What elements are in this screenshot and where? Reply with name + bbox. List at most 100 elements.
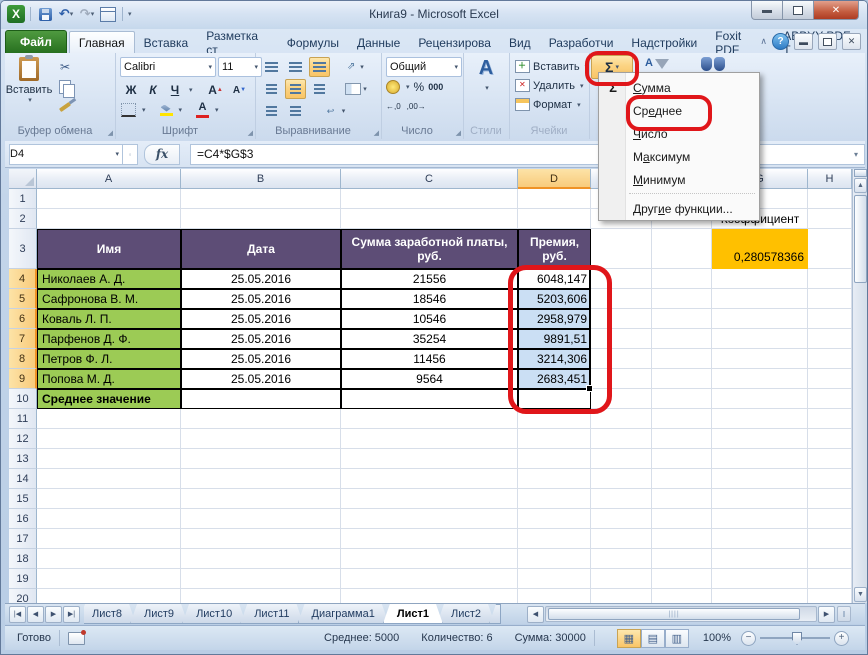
collapse-ribbon-icon[interactable]: ∧	[760, 36, 767, 47]
cell-E16[interactable]	[591, 509, 652, 529]
cell-H6[interactable]	[808, 309, 852, 329]
page-layout-view-button[interactable]: ▤	[640, 628, 665, 648]
cell-F11[interactable]	[652, 409, 712, 429]
cell-D14[interactable]	[518, 469, 591, 489]
cell-G17[interactable]	[712, 529, 808, 549]
cell-C11[interactable]	[341, 409, 518, 429]
table-header-3[interactable]: Премия, руб.	[518, 229, 591, 269]
cell-A12[interactable]	[37, 429, 181, 449]
cell-name-A4[interactable]: Николаев А. Д.	[37, 269, 181, 289]
cell-empty-B10[interactable]	[181, 389, 341, 409]
cell-G10[interactable]	[712, 389, 808, 409]
row-header-11[interactable]: 11	[9, 409, 37, 429]
prev-sheet-button[interactable]: ◀	[27, 605, 44, 623]
cell-E9[interactable]	[591, 369, 652, 389]
menu-item-Минимум[interactable]: Минимум	[599, 168, 759, 191]
cell-premium-D9[interactable]: 2683,451	[518, 369, 591, 389]
sheet-tab-Лист10[interactable]: Лист10	[182, 604, 246, 624]
tab-Разметка ст[interactable]: Разметка ст	[197, 29, 278, 57]
cell-E14[interactable]	[591, 469, 652, 489]
align-left-button[interactable]	[261, 79, 282, 99]
cell-G8[interactable]	[712, 349, 808, 369]
cell-E12[interactable]	[591, 429, 652, 449]
cell-H15[interactable]	[808, 489, 852, 509]
cell-premium-D7[interactable]: 9891,51	[518, 329, 591, 349]
cell-A11[interactable]	[37, 409, 181, 429]
cell-G13[interactable]	[712, 449, 808, 469]
cell-C17[interactable]	[341, 529, 518, 549]
cell-C15[interactable]	[341, 489, 518, 509]
close-button[interactable]: ✕	[814, 1, 859, 20]
cell-name-A7[interactable]: Парфенов Д. Ф.	[37, 329, 181, 349]
bold-button[interactable]: Ж	[121, 80, 141, 100]
fill-color-icon[interactable]	[159, 105, 173, 116]
table-header-1[interactable]: Дата	[181, 229, 341, 269]
decrease-decimal-button[interactable]: ,00→	[407, 102, 426, 111]
workbook-minimize-button[interactable]: ▬	[794, 33, 813, 50]
tab-Надстройки[interactable]: Надстройки	[622, 32, 706, 53]
cell-C14[interactable]	[341, 469, 518, 489]
row-header-18[interactable]: 18	[9, 549, 37, 569]
cell-G16[interactable]	[712, 509, 808, 529]
cell-B13[interactable]	[181, 449, 341, 469]
cell-G20[interactable]	[712, 589, 808, 603]
cell-H4[interactable]	[808, 269, 852, 289]
cell-E13[interactable]	[591, 449, 652, 469]
cell-C19[interactable]	[341, 569, 518, 589]
tab-Разработчи[interactable]: Разработчи	[540, 32, 623, 53]
table-header-0[interactable]: Имя	[37, 229, 181, 269]
thousands-button[interactable]: 000	[428, 82, 443, 92]
cell-A19[interactable]	[37, 569, 181, 589]
cell-B20[interactable]	[181, 589, 341, 603]
cell-salary-C5[interactable]: 18546	[341, 289, 518, 309]
cell-D19[interactable]	[518, 569, 591, 589]
align-right-button[interactable]	[309, 79, 330, 99]
column-header-C[interactable]: C	[341, 169, 518, 189]
cell-D17[interactable]	[518, 529, 591, 549]
cell-G18[interactable]	[712, 549, 808, 569]
cell-D1[interactable]	[518, 189, 591, 209]
menu-item-Другие функции...[interactable]: Друг и е функции...	[599, 197, 759, 220]
next-sheet-button[interactable]: ▶	[45, 605, 62, 623]
restore-button[interactable]	[783, 1, 814, 20]
cell-premium-D4[interactable]: 6048,147	[518, 269, 591, 289]
cell-salary-C9[interactable]: 9564	[341, 369, 518, 389]
row-header-7[interactable]: 7	[9, 329, 37, 349]
sheet-tab-Лист11[interactable]: Лист11	[240, 604, 303, 624]
cell-styles-button[interactable]: A ▾	[463, 57, 509, 92]
cell-B2[interactable]	[181, 209, 341, 229]
cell-F10[interactable]	[652, 389, 712, 409]
sheet-tab-Лист8[interactable]: Лист8	[84, 604, 136, 624]
cell-G11[interactable]	[712, 409, 808, 429]
cell-H8[interactable]	[808, 349, 852, 369]
font-name-select[interactable]: Calibri ▾	[120, 57, 216, 77]
cell-salary-C6[interactable]: 10546	[341, 309, 518, 329]
cell-F8[interactable]	[652, 349, 712, 369]
help-icon[interactable]: ?	[772, 33, 789, 50]
cell-C1[interactable]	[341, 189, 518, 209]
tab-Вставка[interactable]: Вставка	[135, 32, 198, 53]
row-header-9[interactable]: 9	[9, 369, 37, 389]
cell-empty-C10[interactable]	[341, 389, 518, 409]
merge-center-button[interactable]: ▾	[342, 79, 370, 99]
row-header-6[interactable]: 6	[9, 309, 37, 329]
cell-G5[interactable]	[712, 289, 808, 309]
cell-name-A5[interactable]: Сафронова В. М.	[37, 289, 181, 309]
split-handle[interactable]	[854, 169, 867, 177]
cell-B11[interactable]	[181, 409, 341, 429]
cell-name-A8[interactable]: Петров Ф. Л.	[37, 349, 181, 369]
vertical-scrollbar[interactable]: ▲ ▼	[852, 169, 867, 603]
increase-indent-button[interactable]	[285, 101, 306, 121]
column-header-H[interactable]: H	[808, 169, 852, 189]
cell-E20[interactable]	[591, 589, 652, 603]
cell-A18[interactable]	[37, 549, 181, 569]
cell-salary-C8[interactable]: 11456	[341, 349, 518, 369]
cell-H1[interactable]	[808, 189, 852, 209]
first-sheet-button[interactable]: |◀	[9, 605, 26, 623]
row-header-16[interactable]: 16	[9, 509, 37, 529]
number-format-select[interactable]: Общий ▾	[386, 57, 462, 77]
row-header-20[interactable]: 20	[9, 589, 37, 603]
cell-B17[interactable]	[181, 529, 341, 549]
zoom-level[interactable]: 100%	[703, 632, 731, 644]
cell-A15[interactable]	[37, 489, 181, 509]
